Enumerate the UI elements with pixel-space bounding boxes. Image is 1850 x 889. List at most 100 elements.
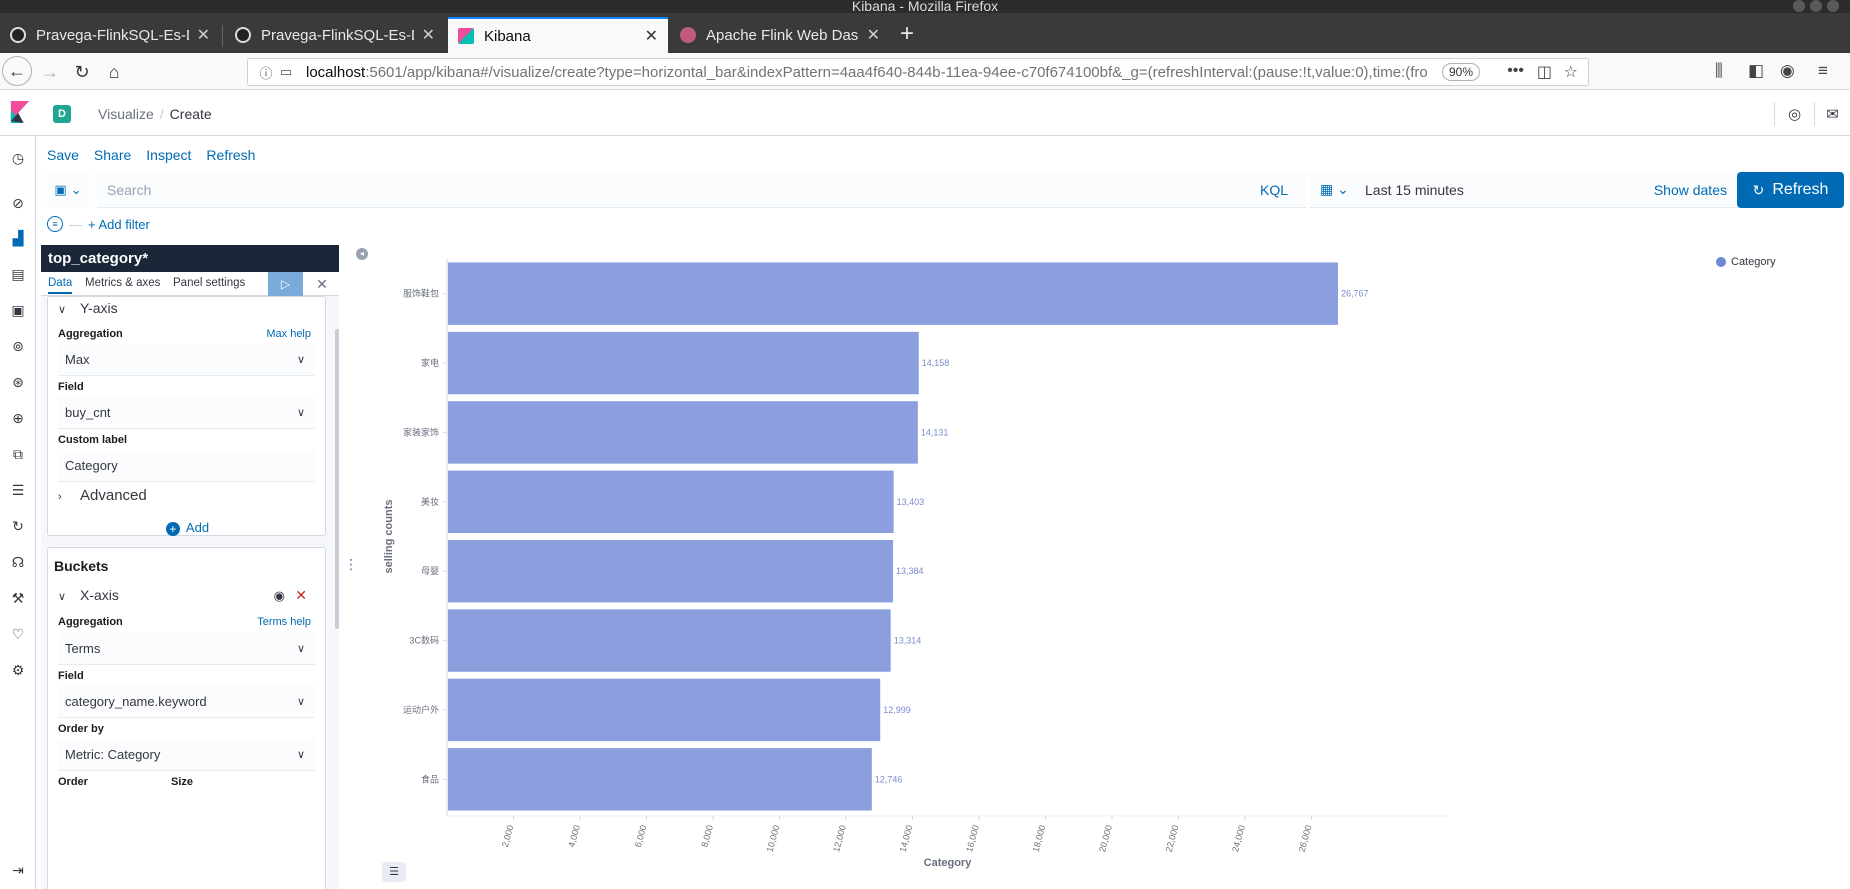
add-filter-link[interactable]: + Add filter (88, 217, 150, 232)
discover-compass-icon[interactable]: ⊘ (8, 193, 28, 213)
search-input[interactable]: Search (97, 172, 1307, 208)
infra-icon[interactable]: ⊕ (8, 408, 28, 428)
show-dates-link[interactable]: Show dates (1654, 182, 1727, 198)
pocket-icon[interactable]: ◫ (1537, 62, 1552, 82)
close-tab-icon[interactable]: ✕ (197, 25, 210, 45)
chart-bar[interactable] (448, 539, 894, 603)
info-icon[interactable]: ⓘ (256, 63, 276, 82)
date-picker: ▦ ⌄ Last 15 minutes Show dates (1310, 172, 1757, 208)
space-avatar[interactable]: D (53, 105, 71, 123)
visualize-chart-icon[interactable]: ▟ (8, 228, 28, 248)
url-bar[interactable]: ⓘ ▭ localhost:5601/app/kibana#/visualize… (247, 58, 1589, 86)
chart-bar[interactable] (448, 470, 894, 534)
logs-icon[interactable]: ⧉ (8, 444, 28, 464)
tab-panel-settings[interactable]: Panel settings (173, 277, 245, 289)
mail-icon[interactable]: ✉ (1814, 102, 1850, 126)
back-button[interactable]: ← (2, 56, 32, 86)
zoom-badge[interactable]: 90% (1441, 63, 1480, 81)
apply-changes-button[interactable]: ▷ (268, 272, 303, 296)
share-link[interactable]: Share (94, 147, 131, 163)
account-icon[interactable]: ◉ (1780, 61, 1795, 81)
discard-icon[interactable]: ✕ (311, 273, 333, 295)
advanced-toggle[interactable]: › Advanced (58, 487, 147, 504)
delete-icon[interactable]: ✕ (295, 587, 307, 604)
save-link[interactable]: Save (47, 147, 79, 163)
maps-icon[interactable]: ⊚ (8, 336, 28, 356)
chart-bar[interactable] (448, 678, 881, 742)
close-tab-icon[interactable]: ✕ (645, 26, 658, 46)
saved-query-button[interactable]: ▣ ⌄ (47, 172, 89, 208)
apm-icon[interactable]: ☰ (8, 480, 28, 500)
monitoring-icon[interactable]: ♡ (8, 624, 28, 644)
breadcrumb-visualize[interactable]: Visualize (98, 106, 154, 122)
bucket-aggregation-select[interactable]: Terms ∨ (58, 633, 315, 665)
home-button[interactable]: ⌂ (100, 58, 128, 86)
calendar-icon[interactable]: ▦ ⌄ (1320, 181, 1349, 198)
reload-button[interactable]: ↻ (68, 58, 96, 86)
window-title: Kibana - Mozilla Firefox (851, 0, 999, 13)
chart-bar[interactable] (448, 609, 891, 672)
bucket-field-select[interactable]: category_name.keyword ∨ (58, 686, 315, 718)
bookmark-star-icon[interactable]: ☆ (1564, 62, 1578, 82)
browser-tab-active[interactable]: Kibana ✕ (448, 17, 668, 53)
library-icon[interactable]: ⫼ (1715, 61, 1723, 81)
kibana-logo-icon[interactable] (10, 101, 30, 123)
browser-tab[interactable]: Apache Flink Web Dashb ✕ (670, 17, 890, 53)
terms-help-link[interactable]: Terms help (257, 616, 311, 628)
legend-label[interactable]: Category (1731, 256, 1776, 268)
collapse-nav-icon[interactable]: ⇥ (8, 860, 28, 880)
x-axis-accordion[interactable]: ∨ X-axis (58, 587, 119, 603)
menu-icon[interactable]: ≡ (1818, 61, 1828, 81)
eye-icon[interactable]: ◉ (274, 588, 285, 604)
close-tab-icon[interactable]: ✕ (867, 25, 880, 45)
chart-bar[interactable] (448, 748, 872, 811)
collapse-sidebar-icon[interactable]: ◂ (356, 248, 368, 260)
dev-tools-icon[interactable]: ⚒ (8, 588, 28, 608)
forward-button[interactable]: → (36, 58, 64, 86)
kql-toggle[interactable]: KQL (1260, 172, 1288, 208)
x-axis-label: X-axis (80, 587, 119, 603)
minimize-icon[interactable] (1793, 0, 1805, 12)
ml-icon[interactable]: ⊛ (8, 372, 28, 392)
browser-tab[interactable]: Pravega-FlinkSQL-Es-Dem ✕ (225, 17, 445, 53)
tab-data[interactable]: Data (48, 277, 73, 294)
chart-bar[interactable] (448, 331, 919, 395)
chart-bar[interactable] (448, 262, 1339, 325)
siem-icon[interactable]: ☊ (8, 552, 28, 572)
resize-handle[interactable]: ⋮ (344, 556, 358, 573)
maximize-icon[interactable] (1810, 0, 1822, 12)
new-tab-button[interactable]: + (900, 21, 914, 47)
page-actions-icon[interactable]: ••• (1507, 62, 1524, 80)
dashboard-icon[interactable]: ▤ (8, 264, 28, 284)
max-help-link[interactable]: Max help (266, 328, 311, 340)
query-bar: ▣ ⌄ Search KQL ▦ ⌄ Last 15 minutes Show … (47, 172, 1845, 208)
management-gear-icon[interactable]: ⚙ (8, 660, 28, 680)
aggregation-select[interactable]: Max ∨ (58, 344, 315, 376)
add-metric-button[interactable]: + Add (48, 520, 327, 536)
filter-options-icon[interactable]: ≡ (47, 216, 63, 232)
tab-separator (222, 25, 223, 47)
chart-bar[interactable] (448, 401, 918, 464)
legend-dot[interactable] (1716, 257, 1726, 267)
canvas-icon[interactable]: ▣ (8, 300, 28, 320)
close-tab-icon[interactable]: ✕ (422, 25, 435, 45)
field-select[interactable]: buy_cnt ∨ (58, 397, 315, 429)
tab-metrics-axes[interactable]: Metrics & axes (85, 277, 160, 289)
url-text[interactable]: localhost:5601/app/kibana#/visualize/cre… (306, 64, 1466, 81)
refresh-link[interactable]: Refresh (206, 147, 255, 163)
help-icon[interactable]: ◎ (1774, 102, 1814, 126)
time-range[interactable]: Last 15 minutes (1365, 182, 1464, 198)
y-axis-accordion[interactable]: ∨ Y-axis (58, 300, 118, 316)
close-window-icon[interactable] (1827, 0, 1839, 12)
inspect-link[interactable]: Inspect (146, 147, 191, 163)
legend-toggle-icon[interactable]: ☰ (382, 862, 406, 882)
site-icon[interactable]: ▭ (276, 64, 296, 80)
scrollbar[interactable] (335, 329, 339, 629)
order-by-select[interactable]: Metric: Category ∨ (58, 739, 315, 771)
custom-label-input[interactable]: Category (58, 450, 315, 482)
refresh-button[interactable]: ↻ Refresh (1737, 172, 1844, 208)
sidebar-icon[interactable]: ◧ (1748, 61, 1764, 81)
browser-tab[interactable]: Pravega-FlinkSQL-Es-Dem ✕ (0, 17, 220, 53)
uptime-icon[interactable]: ↻ (8, 516, 28, 536)
recent-clock-icon[interactable]: ◷ (8, 148, 28, 168)
